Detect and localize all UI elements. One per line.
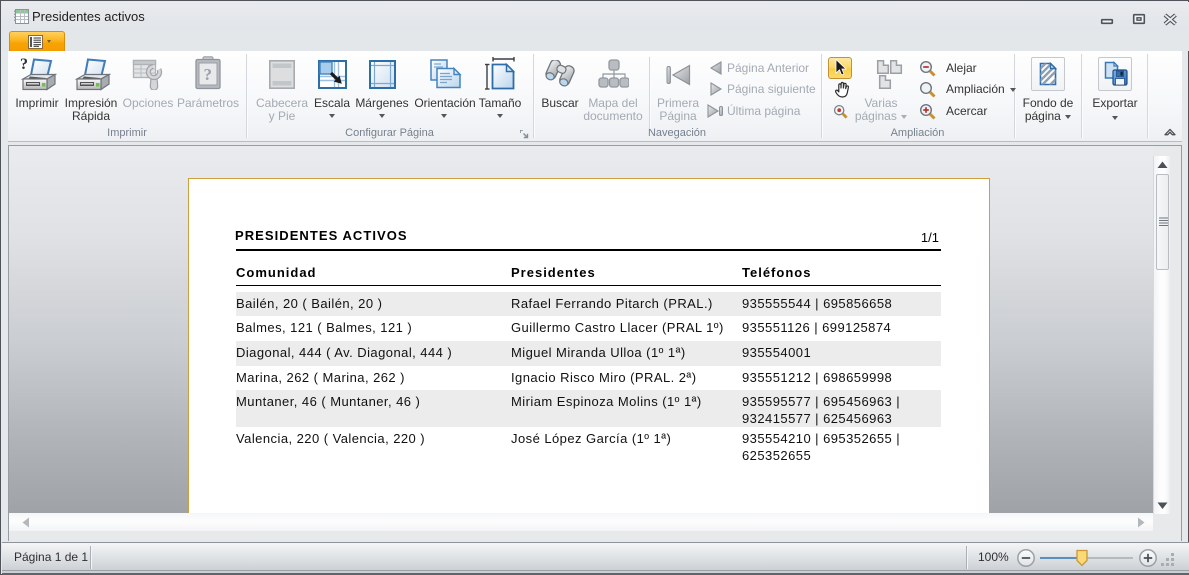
- svg-text:?: ?: [20, 56, 28, 73]
- svg-text:?: ?: [204, 65, 213, 84]
